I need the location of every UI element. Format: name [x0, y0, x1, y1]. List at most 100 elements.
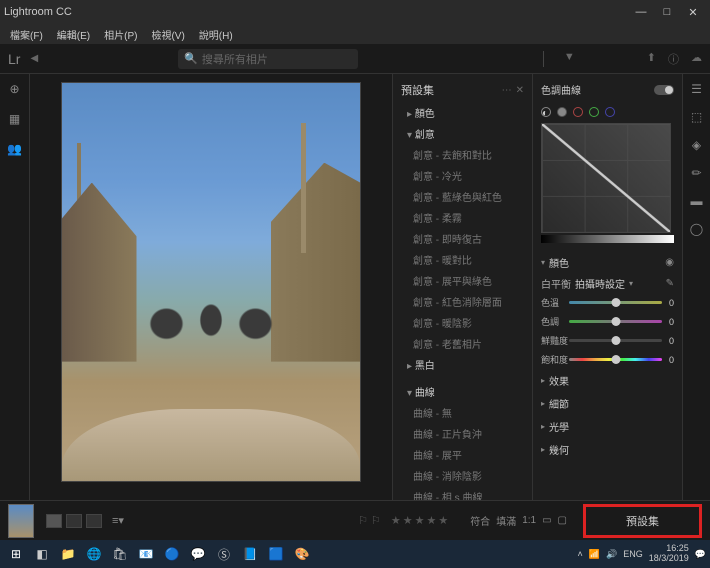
menu-file[interactable]: 檔案(F) — [4, 25, 49, 44]
color-mixer-icon[interactable]: ◉ — [665, 257, 674, 268]
view-detail-icon[interactable] — [86, 514, 102, 528]
preset-item[interactable]: 創意 - 冷光 — [393, 165, 532, 186]
view-square-icon[interactable] — [66, 514, 82, 528]
search-input[interactable]: 🔍 搜尋所有相片 — [178, 49, 358, 69]
section-geometry[interactable]: 幾何 — [549, 442, 674, 457]
people-icon[interactable]: 👥 — [7, 142, 22, 156]
preset-item[interactable]: 創意 - 紅色消除層面 — [393, 291, 532, 312]
zoom-compare-icon[interactable]: ▭ — [542, 515, 551, 526]
brush-icon[interactable]: ✏ — [691, 166, 701, 180]
app-word-icon[interactable]: 📘 — [238, 542, 262, 566]
wb-value[interactable]: 拍攝時設定 — [575, 276, 625, 291]
app-paint-icon[interactable]: 🎨 — [290, 542, 314, 566]
slider-vibrance[interactable] — [569, 339, 662, 342]
preset-item[interactable]: 創意 - 暖對比 — [393, 249, 532, 270]
taskbar-clock[interactable]: 16:25 18/3/2019 — [649, 544, 689, 564]
presets-menu-icon[interactable]: ⋯ — [502, 85, 512, 96]
presets-close-icon[interactable]: ✕ — [516, 85, 524, 96]
sort-button[interactable]: ≡▾ — [112, 514, 124, 527]
slider-saturation[interactable] — [569, 358, 662, 361]
info-icon[interactable]: ⓘ — [668, 51, 679, 67]
preset-item[interactable]: 曲線 - 展平 — [393, 444, 532, 465]
presets-button[interactable]: 預設集 — [583, 504, 702, 538]
section-effects[interactable]: 效果 — [549, 373, 674, 388]
minimize-button[interactable]: — — [628, 2, 654, 22]
zoom-fill[interactable]: 填滿 — [496, 513, 516, 528]
add-photo-icon[interactable]: ⊕ — [9, 82, 19, 96]
preset-item[interactable]: 曲線 - 相 s 曲線 — [393, 486, 532, 500]
tray-lang[interactable]: ENG — [623, 549, 643, 559]
edit-sliders-icon[interactable]: ☰ — [691, 82, 702, 96]
crop-icon[interactable]: ⬚ — [691, 110, 702, 124]
curve-red-dot[interactable] — [573, 107, 583, 117]
preset-item[interactable]: 創意 - 藍綠色與紅色 — [393, 186, 532, 207]
tone-curve-grid[interactable] — [541, 123, 671, 233]
rating-stars[interactable]: ★★★★★ — [391, 514, 450, 527]
slider-temp[interactable] — [569, 301, 662, 304]
preset-item[interactable]: 曲線 - 無 — [393, 402, 532, 423]
preset-group-bw[interactable]: 黑白 — [393, 354, 532, 375]
app-explorer-icon[interactable]: 📁 — [56, 542, 80, 566]
preset-item[interactable]: 創意 - 展平與綠色 — [393, 270, 532, 291]
curve-param-icon[interactable]: ◐ — [541, 107, 551, 117]
section-detail[interactable]: 細節 — [549, 396, 674, 411]
slider-temp-value[interactable]: 0 — [662, 298, 674, 308]
menu-photo[interactable]: 相片(P) — [98, 25, 143, 44]
tonecurve-toggle[interactable] — [654, 85, 674, 95]
preset-group-curve[interactable]: 曲線 — [393, 381, 532, 402]
preset-group-color[interactable]: 顏色 — [393, 102, 532, 123]
close-button[interactable]: ✕ — [680, 2, 706, 22]
app-store-icon[interactable]: 🛍 — [108, 542, 132, 566]
filter-icon[interactable]: ▼ — [564, 51, 575, 67]
flag-buttons[interactable]: ⚐ ⚐ — [358, 514, 381, 527]
section-optics[interactable]: 光學 — [549, 419, 674, 434]
filmstrip-thumb[interactable] — [8, 504, 34, 538]
app-chrome-icon[interactable]: 🔵 — [160, 542, 184, 566]
zoom-oneone[interactable]: 1:1 — [522, 515, 536, 526]
preset-item[interactable]: 創意 - 老舊相片 — [393, 333, 532, 354]
slider-tint-value[interactable]: 0 — [662, 317, 674, 327]
app-outlook-icon[interactable]: 📧 — [134, 542, 158, 566]
share-icon[interactable]: ⬆ — [647, 51, 656, 67]
cloud-icon[interactable]: ☁ — [691, 51, 702, 67]
taskview-icon[interactable]: ◧ — [30, 542, 54, 566]
section-tonecurve[interactable]: 色調曲線 — [541, 82, 654, 97]
tray-network-icon[interactable]: 📶 — [589, 549, 600, 560]
chevron-down-icon[interactable]: ▾ — [629, 279, 633, 288]
curve-white-dot[interactable] — [557, 107, 567, 117]
tone-curve-strip[interactable] — [541, 235, 674, 243]
linear-gradient-icon[interactable]: ▬ — [691, 194, 703, 208]
eyedropper-icon[interactable]: ✎ — [666, 278, 674, 289]
menu-help[interactable]: 說明(H) — [193, 25, 239, 44]
preset-item[interactable]: 曲線 - 正片負沖 — [393, 423, 532, 444]
app-edge-icon[interactable]: 🌐 — [82, 542, 106, 566]
heal-icon[interactable]: ◈ — [692, 138, 701, 152]
app-lightroom-icon[interactable]: 🟦 — [264, 542, 288, 566]
preset-item[interactable]: 創意 - 去飽和對比 — [393, 144, 532, 165]
preset-item[interactable]: 創意 - 即時復古 — [393, 228, 532, 249]
library-icon[interactable]: ▦ — [9, 112, 20, 126]
slider-tint[interactable] — [569, 320, 662, 323]
tray-notifications-icon[interactable]: 💬 — [695, 549, 706, 560]
preset-item[interactable]: 曲線 - 消除陰影 — [393, 465, 532, 486]
tray-up-icon[interactable]: ˄ — [578, 549, 583, 559]
preset-item[interactable]: 創意 - 柔霧 — [393, 207, 532, 228]
app-skype-icon[interactable]: Ⓢ — [212, 542, 236, 566]
slider-vibrance-value[interactable]: 0 — [662, 336, 674, 346]
view-grid-icon[interactable] — [46, 514, 62, 528]
back-arrow-icon[interactable]: ◀ — [30, 53, 38, 64]
curve-blue-dot[interactable] — [605, 107, 615, 117]
zoom-fit[interactable]: 符合 — [470, 513, 490, 528]
tray-sound-icon[interactable]: 🔊 — [606, 549, 617, 560]
preset-item[interactable]: 創意 - 暖陰影 — [393, 312, 532, 333]
app-whatsapp-icon[interactable]: 💬 — [186, 542, 210, 566]
menu-edit[interactable]: 編輯(E) — [51, 25, 96, 44]
photo-canvas[interactable] — [30, 74, 392, 500]
zoom-original-icon[interactable]: ▢ — [558, 515, 567, 526]
slider-saturation-value[interactable]: 0 — [662, 355, 674, 365]
curve-green-dot[interactable] — [589, 107, 599, 117]
section-color[interactable]: 顏色 — [549, 255, 665, 270]
windows-start-icon[interactable]: ⊞ — [4, 542, 28, 566]
maximize-button[interactable]: □ — [654, 2, 680, 22]
menu-view[interactable]: 檢視(V) — [145, 25, 190, 44]
